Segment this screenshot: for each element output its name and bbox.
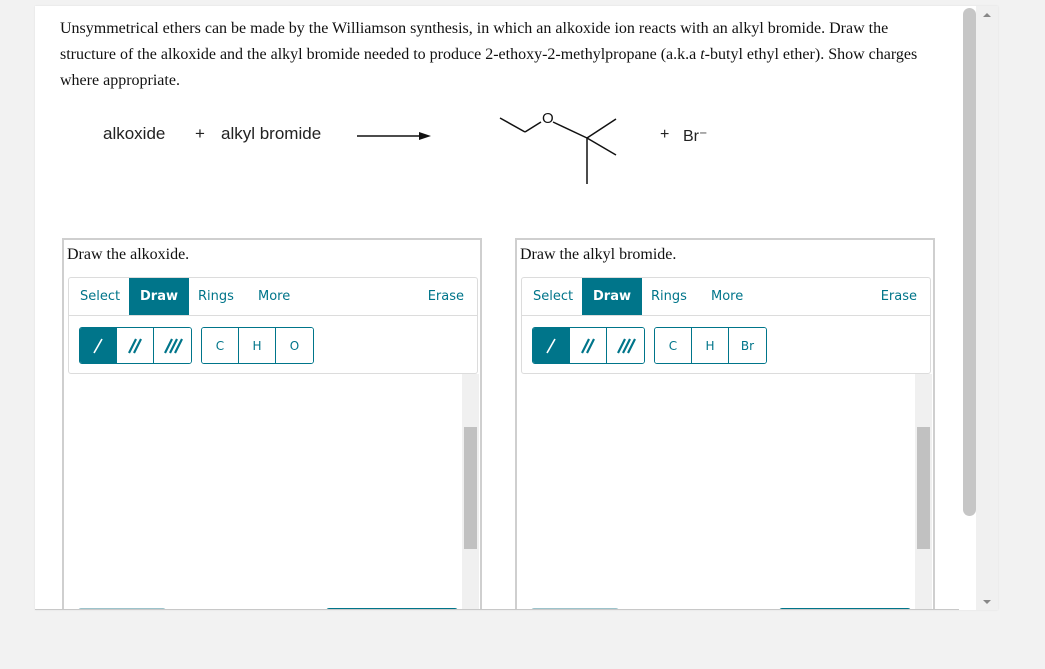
- atom-button-h[interactable]: H: [239, 328, 276, 363]
- scroll-down-arrow-icon[interactable]: [983, 600, 991, 604]
- atom-buttons: C H Br: [654, 327, 767, 364]
- bottom-toolbar-right: [779, 608, 911, 610]
- tab-more[interactable]: More: [247, 278, 301, 315]
- single-bond-button[interactable]: [80, 328, 117, 363]
- canvas-scrollbar[interactable]: [462, 374, 479, 609]
- canvas-scrollbar-thumb[interactable]: [917, 427, 930, 549]
- erase-button[interactable]: Erase: [870, 278, 928, 315]
- tab-select[interactable]: Select: [522, 278, 584, 315]
- editor-tabs: Select Draw Rings More Erase: [522, 278, 930, 316]
- bottom-toolbar-left: [531, 608, 619, 610]
- bottom-button[interactable]: [414, 609, 457, 610]
- product-oxygen-atom: O: [542, 110, 554, 127]
- triple-bond-icon: [616, 338, 636, 353]
- bottom-button[interactable]: [575, 609, 618, 610]
- double-bond-button[interactable]: [570, 328, 607, 363]
- bond-buttons: [532, 327, 645, 364]
- scroll-up-arrow-icon[interactable]: [983, 13, 991, 17]
- tab-more[interactable]: More: [700, 278, 754, 315]
- bottom-button[interactable]: [370, 609, 414, 610]
- panel-title: Draw the alkoxide.: [67, 246, 190, 263]
- triple-bond-icon: [163, 338, 183, 353]
- bottom-toolbar-left: [78, 608, 166, 610]
- panel-title: Draw the alkyl bromide.: [520, 246, 677, 263]
- atom-buttons: C H O: [201, 327, 314, 364]
- erase-button[interactable]: Erase: [417, 278, 475, 315]
- page-scrollbar-thumb[interactable]: [963, 8, 976, 516]
- bond-buttons: [79, 327, 192, 364]
- reaction-arrow: [357, 132, 431, 140]
- bottom-button[interactable]: [79, 609, 122, 610]
- atom-button-br[interactable]: Br: [729, 328, 766, 363]
- tab-rings[interactable]: Rings: [640, 278, 698, 315]
- bottom-button[interactable]: [867, 609, 910, 610]
- product-structure: [499, 117, 617, 184]
- double-bond-icon: [128, 338, 142, 353]
- atom-button-c[interactable]: C: [202, 328, 239, 363]
- atom-button-o[interactable]: O: [276, 328, 313, 363]
- reaction-arrow-and-product: O: [357, 110, 617, 184]
- alkoxide-panel: Draw the alkoxide. Select Draw Rings Mor…: [62, 238, 482, 610]
- double-bond-button[interactable]: [117, 328, 154, 363]
- tab-select[interactable]: Select: [69, 278, 131, 315]
- single-bond-icon: [93, 338, 103, 353]
- bottom-button[interactable]: [122, 609, 165, 610]
- editor-toolbar: Select Draw Rings More Erase: [521, 277, 931, 374]
- atom-button-c[interactable]: C: [655, 328, 692, 363]
- structure-editor: Select Draw Rings More Erase: [521, 277, 932, 610]
- tab-draw[interactable]: Draw: [582, 278, 642, 315]
- double-bond-icon: [581, 338, 595, 353]
- triple-bond-button[interactable]: [607, 328, 644, 363]
- drawing-canvas[interactable]: [521, 374, 915, 609]
- plus-sign-2: +: [660, 126, 670, 143]
- tab-rings[interactable]: Rings: [187, 278, 245, 315]
- alkyl-bromide-panel: Draw the alkyl bromide. Select Draw Ring…: [515, 238, 935, 610]
- canvas-scrollbar[interactable]: [915, 374, 932, 609]
- bottom-button[interactable]: [823, 609, 867, 610]
- single-bond-icon: [546, 338, 556, 353]
- bottom-button[interactable]: [532, 609, 575, 610]
- bottom-button[interactable]: [327, 609, 370, 610]
- single-bond-button[interactable]: [533, 328, 570, 363]
- page-scrollbar[interactable]: [976, 6, 998, 610]
- bottom-toolbar-right: [326, 608, 458, 610]
- reaction-scheme: alkoxide + alkyl bromide O + Br⁻: [35, 6, 975, 236]
- canvas-scrollbar-thumb[interactable]: [464, 427, 477, 549]
- atom-button-h[interactable]: H: [692, 328, 729, 363]
- tab-draw[interactable]: Draw: [129, 278, 189, 315]
- structure-editor: Select Draw Rings More Erase: [68, 277, 479, 610]
- editor-tabs: Select Draw Rings More Erase: [69, 278, 477, 316]
- drawing-canvas[interactable]: [68, 374, 462, 609]
- editor-toolbar: Select Draw Rings More Erase: [68, 277, 478, 374]
- bromide-ion-label: Br⁻: [683, 128, 708, 145]
- triple-bond-button[interactable]: [154, 328, 191, 363]
- question-frame: Unsymmetrical ethers can be made by the …: [35, 6, 998, 610]
- bottom-button[interactable]: [780, 609, 823, 610]
